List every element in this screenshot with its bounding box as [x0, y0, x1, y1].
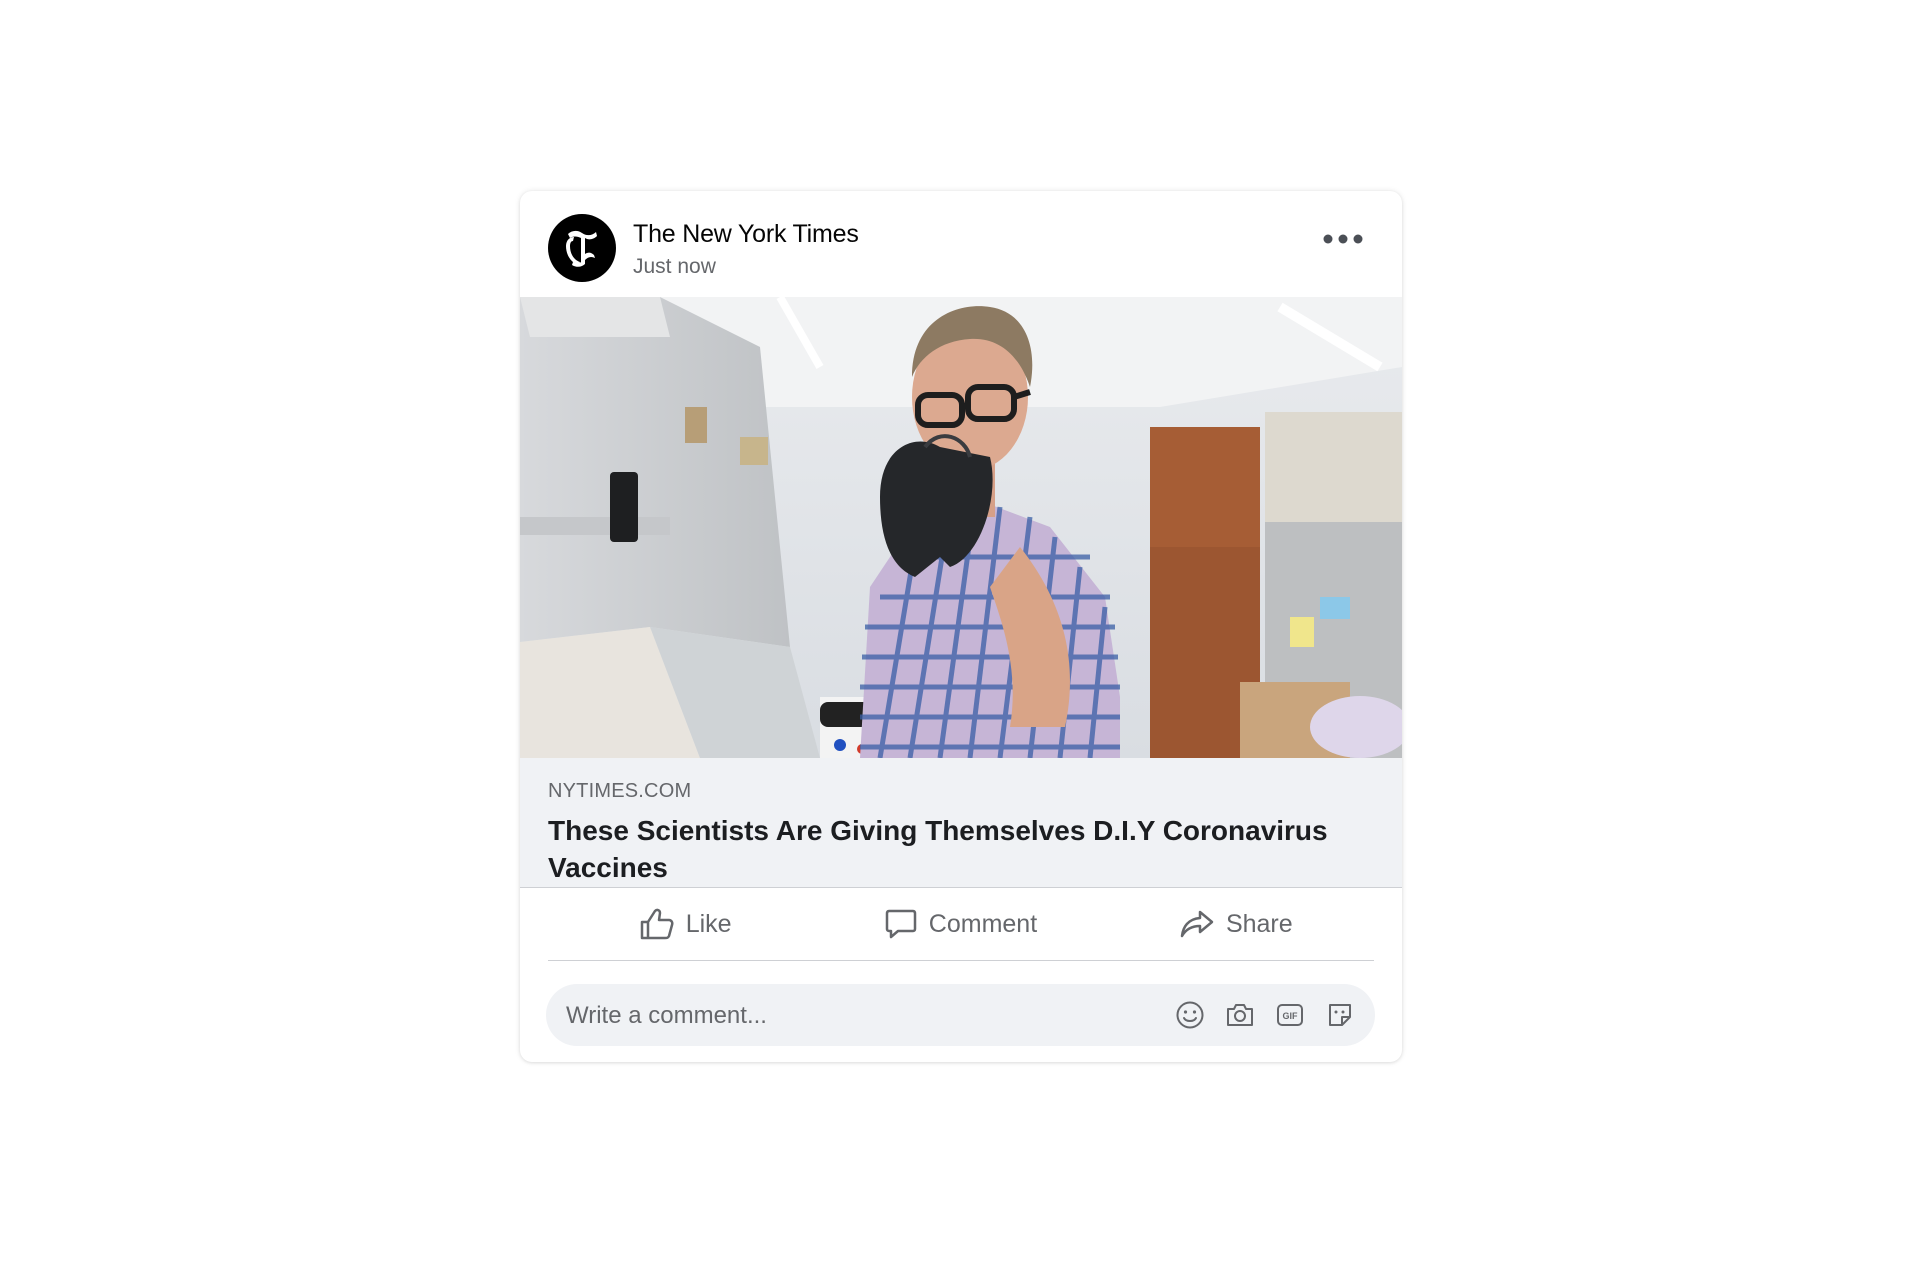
thumbs-up-icon	[640, 908, 674, 940]
more-options-button[interactable]	[1320, 227, 1366, 253]
like-button[interactable]: Like	[548, 888, 823, 960]
nyt-logo-icon	[560, 224, 604, 272]
camera-icon[interactable]	[1224, 999, 1255, 1030]
comment-input[interactable]: Write a comment... GIF	[546, 984, 1375, 1046]
post-actions-bar: Like Comment Share	[548, 888, 1374, 961]
post-timestamp[interactable]: Just now	[633, 255, 716, 279]
share-arrow-icon	[1180, 909, 1214, 939]
svg-text:GIF: GIF	[1282, 1011, 1298, 1021]
comment-bubble-icon	[885, 908, 917, 940]
article-photo[interactable]	[520, 297, 1402, 758]
sticker-icon[interactable]	[1324, 999, 1355, 1030]
link-preview[interactable]: NYTIMES.COM These Scientists Are Giving …	[520, 758, 1402, 888]
share-label: Share	[1225, 909, 1293, 938]
link-title[interactable]: These Scientists Are Giving Themselves D…	[548, 812, 1378, 886]
post-header: The New York Times Just now	[520, 191, 1402, 297]
comment-tools: GIF	[1174, 999, 1355, 1030]
comment-label: Comment	[928, 909, 1038, 938]
comment-placeholder: Write a comment...	[566, 1002, 767, 1029]
link-domain: NYTIMES.COM	[548, 780, 692, 802]
gif-icon[interactable]: GIF	[1274, 999, 1305, 1030]
publisher-avatar[interactable]	[548, 214, 616, 282]
comment-button[interactable]: Comment	[823, 888, 1098, 960]
publisher-name[interactable]: The New York Times	[633, 220, 859, 249]
share-button[interactable]: Share	[1099, 888, 1374, 960]
page: The New York Times Just now NYTIMES.COM …	[0, 0, 1920, 1280]
news-feed-post: The New York Times Just now NYTIMES.COM …	[520, 191, 1402, 1062]
like-label: Like	[685, 909, 732, 938]
more-options-icon	[1323, 231, 1363, 249]
emoji-icon[interactable]	[1174, 999, 1205, 1030]
